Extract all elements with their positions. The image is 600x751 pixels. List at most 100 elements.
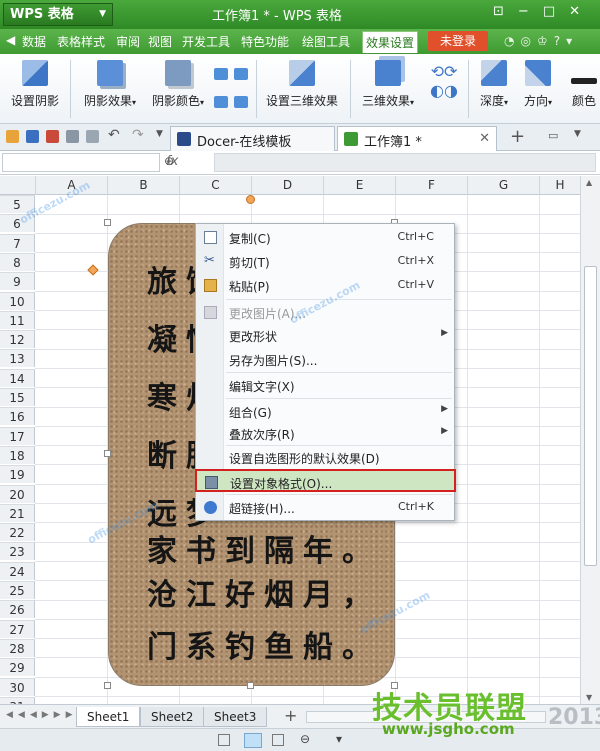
shadow-effect-button[interactable]: 阴影效果▾ xyxy=(78,60,142,109)
menu-item-edit-text[interactable]: 编辑文字(X) xyxy=(196,374,454,397)
print-icon[interactable] xyxy=(66,130,79,143)
redo-icon[interactable]: ↷ xyxy=(132,127,144,143)
tab-docer[interactable]: Docer-在线模板 xyxy=(170,126,335,151)
sheet-tab-2[interactable]: Sheet2 xyxy=(140,707,205,727)
column-header-A[interactable]: A xyxy=(35,176,107,195)
menu-item-save-as-picture[interactable]: 另存为图片(S)... xyxy=(196,348,454,371)
row-header[interactable]: 22 xyxy=(0,523,35,542)
formula-input[interactable] xyxy=(214,153,596,172)
row-header[interactable]: 20 xyxy=(0,484,35,503)
resize-handle[interactable] xyxy=(247,682,254,689)
page-layout-icon[interactable] xyxy=(244,733,262,748)
row-header[interactable]: 14 xyxy=(0,368,35,387)
rotate-handle[interactable] xyxy=(246,195,255,204)
menu-special[interactable]: 特色功能 xyxy=(241,33,289,50)
row-header[interactable]: 16 xyxy=(0,407,35,426)
menu-item-set-default-effect[interactable]: 设置自选图形的默认效果(D) xyxy=(196,446,454,469)
menu-item-group[interactable]: 组合(G) ▶ xyxy=(196,400,454,423)
sheet-nav-arrows[interactable]: ◀◀◀▶▶▶ xyxy=(6,710,78,720)
row-header[interactable]: 13 xyxy=(0,349,35,368)
column-header-D[interactable]: D xyxy=(251,176,323,195)
resize-handle[interactable] xyxy=(104,682,111,689)
menu-item-paste[interactable]: 粘贴(P) Ctrl+V xyxy=(196,274,454,297)
save-icon[interactable] xyxy=(26,130,39,143)
menu-effect-settings[interactable]: 效果设置 xyxy=(362,31,419,53)
window-controls[interactable]: ⊡−□✕ xyxy=(493,4,594,19)
row-header[interactable]: 12 xyxy=(0,330,35,349)
depth-button[interactable]: 深度▾ xyxy=(474,60,514,109)
shadow-settings-button[interactable]: 设置阴影 xyxy=(8,60,62,109)
tab-workbook1[interactable]: 工作簿1 * ✕ xyxy=(337,126,497,151)
page-break-icon[interactable] xyxy=(272,734,284,746)
row-header[interactable]: 23 xyxy=(0,542,35,561)
add-sheet-button[interactable]: + xyxy=(284,706,297,725)
column-header-E[interactable]: E xyxy=(323,176,395,195)
new-tab-button[interactable]: + xyxy=(510,126,525,147)
tab-dropdown-icon[interactable]: ▼ xyxy=(574,129,581,139)
normal-view-icon[interactable] xyxy=(218,734,230,746)
menu-dev-tools[interactable]: 开发工具 xyxy=(182,33,230,50)
close-tab-icon[interactable]: ✕ xyxy=(479,131,490,146)
menu-item-format-object[interactable]: 设置对象格式(O)... xyxy=(195,469,456,492)
row-header[interactable]: 17 xyxy=(0,426,35,445)
nudge-up-right-icon[interactable] xyxy=(234,68,248,80)
menu-drawing-tools[interactable]: 绘图工具 xyxy=(302,33,350,50)
row-header[interactable]: 21 xyxy=(0,503,35,522)
tab-list-icon[interactable]: ▭ xyxy=(548,129,558,142)
menu-item-hyperlink[interactable]: 超链接(H)... Ctrl+K xyxy=(196,496,454,519)
row-header[interactable]: 6 xyxy=(0,214,35,233)
scroll-left-icon[interactable]: ◀ xyxy=(6,33,15,47)
row-header[interactable]: 7 xyxy=(0,233,35,252)
row-header[interactable]: 24 xyxy=(0,561,35,580)
row-header[interactable]: 15 xyxy=(0,388,35,406)
menu-item-order[interactable]: 叠放次序(R) ▶ xyxy=(196,422,454,445)
vertical-scrollbar[interactable]: ▲ ▼ xyxy=(580,176,600,704)
scroll-down-icon[interactable]: ▼ xyxy=(586,693,592,702)
nudge-right-icon[interactable] xyxy=(234,96,248,108)
menu-data[interactable]: 数据 xyxy=(22,33,46,50)
sheet-tab-1[interactable]: Sheet1 xyxy=(76,707,141,727)
menu-tool-icons[interactable]: ◔◎♔?▾ xyxy=(504,34,578,48)
app-menu-button[interactable]: WPS 表格 ▼ xyxy=(3,3,113,26)
column-header-H[interactable]: H xyxy=(539,176,580,195)
zoom-out-icon[interactable]: ⊖ xyxy=(300,732,310,746)
fx-button[interactable]: fx xyxy=(166,154,178,169)
export-pdf-icon[interactable] xyxy=(46,130,59,143)
row-header[interactable]: 25 xyxy=(0,581,35,599)
3d-settings-button[interactable]: 设置三维效果 xyxy=(262,60,342,109)
column-header-C[interactable]: C xyxy=(179,176,251,195)
row-header[interactable]: 5 xyxy=(0,195,35,213)
rotate-3d-icons[interactable]: ⟲⟳ ◐◑ xyxy=(424,62,464,100)
nudge-left-icon[interactable] xyxy=(214,96,228,108)
menu-review[interactable]: 审阅 xyxy=(116,33,140,50)
row-header[interactable]: 10 xyxy=(0,291,35,310)
row-header[interactable]: 27 xyxy=(0,619,35,638)
row-header[interactable]: 8 xyxy=(0,252,35,271)
menu-item-change-shape[interactable]: 更改形状 ▶ xyxy=(196,324,454,347)
row-header[interactable]: 19 xyxy=(0,465,35,484)
menu-table-style[interactable]: 表格样式 xyxy=(57,33,105,50)
open-folder-icon[interactable] xyxy=(6,130,19,143)
shadow-color-button[interactable]: 阴影颜色▾ xyxy=(146,60,210,109)
row-header[interactable]: 26 xyxy=(0,600,35,619)
resize-handle[interactable] xyxy=(104,450,111,457)
row-header[interactable]: 18 xyxy=(0,445,35,464)
quick-access-dropdown-icon[interactable]: ▼ xyxy=(156,129,163,139)
direction-button[interactable]: 方向▾ xyxy=(518,60,558,109)
undo-icon[interactable]: ↶ xyxy=(108,127,120,143)
login-button[interactable]: 未登录 xyxy=(428,31,488,51)
column-header-B[interactable]: B xyxy=(107,176,179,195)
sheet-tab-3[interactable]: Sheet3 xyxy=(203,707,268,727)
resize-handle[interactable] xyxy=(104,219,111,226)
menu-item-cut[interactable]: ✂ 剪切(T) Ctrl+X xyxy=(196,250,454,273)
row-header[interactable]: 11 xyxy=(0,310,35,329)
color-button[interactable]: 颜色 xyxy=(564,60,600,109)
name-box[interactable] xyxy=(2,153,160,172)
nudge-up-icon[interactable] xyxy=(214,68,228,80)
menu-item-copy[interactable]: 复制(C) Ctrl+C xyxy=(196,226,454,249)
column-header-G[interactable]: G xyxy=(467,176,539,195)
3d-effect-button[interactable]: 三维效果▾ xyxy=(356,60,420,109)
zoom-slider-icon[interactable]: ▾ xyxy=(336,732,342,746)
row-header[interactable]: 31 xyxy=(0,696,35,704)
row-header[interactable]: 9 xyxy=(0,272,35,291)
